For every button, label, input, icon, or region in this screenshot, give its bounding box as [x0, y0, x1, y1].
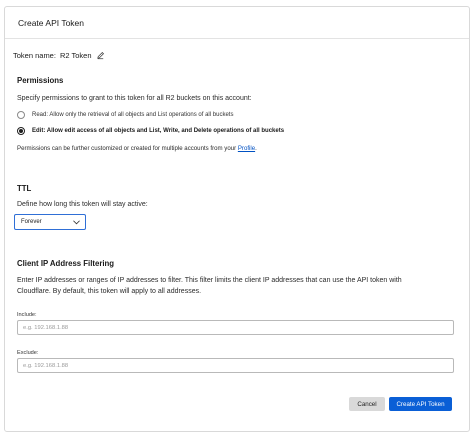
card-header: Create API Token	[5, 7, 469, 39]
token-name-value: R2 Token	[59, 51, 92, 60]
edit-option-label: Edit: Allow edit access of all objects a…	[32, 128, 285, 134]
ttl-select-value: Forever	[21, 219, 42, 225]
include-label: Include:	[17, 312, 37, 318]
create-api-token-button[interactable]: Create API Token	[389, 397, 452, 411]
ttl-title: TTL	[17, 184, 32, 193]
edit-radio[interactable]	[17, 127, 25, 135]
permission-option-read[interactable]: Read: Allow only the retrieval of all ob…	[17, 111, 233, 119]
cancel-button[interactable]: Cancel	[349, 397, 385, 411]
permissions-title: Permissions	[17, 76, 64, 85]
include-input[interactable]	[17, 320, 454, 335]
token-name-label: Token name:	[13, 51, 56, 60]
exclude-label: Exclude:	[17, 350, 39, 356]
exclude-input[interactable]	[17, 358, 454, 373]
page-title: Create API Token	[18, 18, 84, 28]
ip-filter-description-line1: Enter IP addresses or ranges of IP addre…	[17, 277, 402, 284]
profile-link[interactable]: Profile	[238, 145, 255, 152]
permissions-description: Specify permissions to grant to this tok…	[17, 95, 252, 102]
ttl-select[interactable]: Forever	[14, 214, 86, 230]
chevron-down-icon	[73, 220, 80, 225]
token-name-row: Token name: R2 Token	[13, 51, 105, 60]
read-option-label: Read: Allow only the retrieval of all ob…	[32, 112, 234, 118]
pencil-icon[interactable]	[96, 51, 105, 60]
permissions-note-text: Permissions can be further customized or…	[17, 145, 237, 152]
ttl-description: Define how long this token will stay act…	[17, 201, 148, 208]
read-radio[interactable]	[17, 111, 25, 119]
permissions-note-suffix: .	[255, 145, 257, 152]
ip-filter-description-line2: Cloudflare. By default, this token will …	[17, 288, 202, 295]
permissions-note: Permissions can be further customized or…	[17, 145, 257, 152]
ip-filter-title: Client IP Address Filtering	[17, 259, 115, 268]
permission-option-edit[interactable]: Edit: Allow edit access of all objects a…	[17, 127, 284, 135]
